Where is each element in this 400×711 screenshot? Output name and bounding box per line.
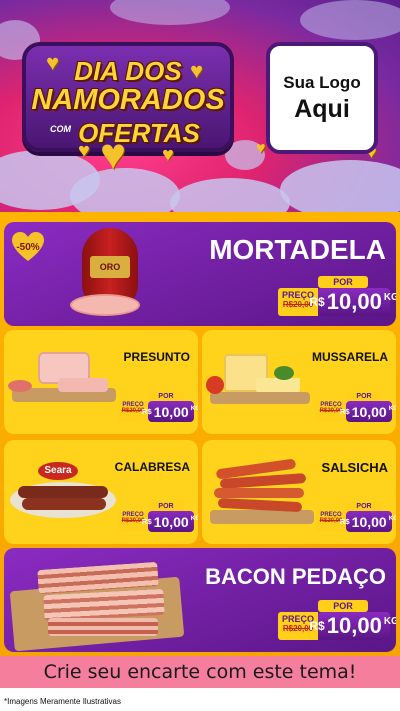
new-price: R$ 10,00 KG [340,401,396,422]
price-tag: POR PREÇO R$20,00 R$ 10,00 KG [118,502,198,534]
logo-text-1: Sua Logo [283,72,361,92]
heart-icon: ♥ [190,58,204,83]
por-label: POR [148,502,184,511]
brand-logo: Seara [38,462,78,480]
new-price: R$ 10,00 KG [340,511,396,532]
flyer: DIA DOS NAMORADOS COM OFERTAS ♥ ♥ ♥ ♥ ♥ … [0,0,400,711]
price-tag: POR PREÇO R$20,00 R$ 10,00 KG [316,392,396,424]
title-line-3: OFERTAS [78,118,200,148]
price-tag: POR PREÇO R$20,00 R$ 10,00 KG [278,276,396,320]
por-label: POR [318,600,368,612]
product-name: PRESUNTO [123,350,190,364]
price-tag: POR PREÇO R$20,00 R$ 10,00 KG [118,392,198,424]
product-name: BACON PEDAÇO [205,564,386,589]
heart-icon: ♥ [256,140,266,157]
price-tag: POR PREÇO R$20,00 R$ 10,00 KG [278,600,396,644]
product-card-presunto[interactable]: PRESUNTO POR PREÇO R$20,00 R$ 10,00 KG [4,330,198,434]
heart-icon: ♥ [100,130,127,179]
product-card-mortadela[interactable]: -50% ORO MORTADELA POR PREÇO R$20,00 R$ 1… [4,222,396,326]
por-label: POR [318,276,368,288]
new-price: R$ 10,00 KG [309,612,396,640]
product-image-mortadela: ORO [70,228,160,320]
product-image-mussarela [204,346,316,426]
product-card-bacon[interactable]: BACON PEDAÇO POR PREÇO R$20,00 R$ 10,00 KG [4,548,396,652]
product-name: CALABRESA [114,460,190,474]
product-name: MUSSARELA [311,350,388,364]
product-name: MORTADELA [209,234,386,265]
logo-placeholder[interactable]: Sua Logo Aqui [266,42,378,154]
product-name: SALSICHA [321,460,388,475]
cta-text: Crie seu encarte com este tema! [43,661,357,683]
product-card-mussarela[interactable]: MUSSARELA POR PREÇO R$20,00 R$ 10,00 KG [202,330,396,434]
cta-banner[interactable]: Crie seu encarte com este tema! [0,656,400,688]
price-tag: POR PREÇO R$20,00 R$ 10,00 KG [316,502,396,534]
product-image-presunto [8,344,118,424]
product-label: ORO [90,256,130,278]
product-image-bacon [8,556,188,652]
por-label: POR [346,502,382,511]
logo-text-2: Aqui [294,94,350,123]
heart-icon: ♥ [162,144,174,166]
por-label: POR [148,392,184,401]
heart-icon: ♥ [78,140,90,162]
product-image-calabresa: Seara [8,456,118,536]
heart-icon: ♥ [46,50,60,75]
disclaimer: *Imagens Meramente Ilustrativas [4,697,121,706]
por-label: POR [346,392,382,401]
header-banner: DIA DOS NAMORADOS COM OFERTAS ♥ ♥ ♥ ♥ ♥ … [0,0,400,212]
new-price: R$ 10,00 KG [142,401,198,422]
product-image-salsicha [206,454,316,536]
product-card-salsicha[interactable]: SALSICHA POR PREÇO R$20,00 R$ 10,00 KG [202,440,396,544]
title-line-2: NAMORADOS [31,84,225,116]
new-price: R$ 10,00 KG [142,511,198,532]
discount-text: -50% [16,241,40,253]
product-card-calabresa[interactable]: Seara CALABRESA POR PREÇO R$20,00 R$ 10,0… [4,440,198,544]
new-price: R$ 10,00 KG [309,288,396,316]
discount-badge: -50% [12,232,44,262]
